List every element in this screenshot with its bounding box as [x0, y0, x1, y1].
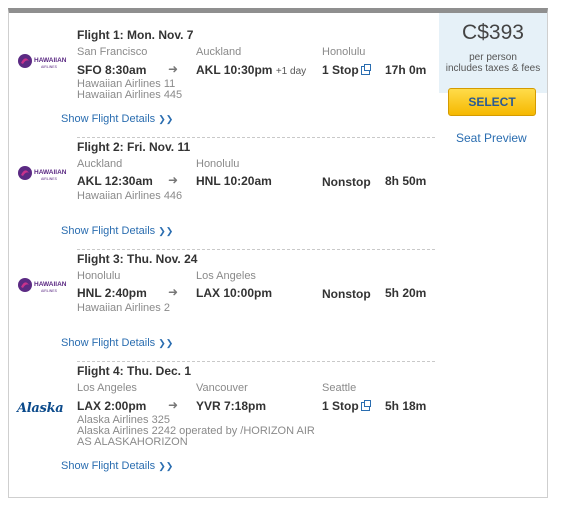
show-flight-details-link[interactable]: Show Flight Details ❯❯: [61, 225, 173, 237]
divider: [77, 137, 435, 138]
origin-city: Honolulu: [77, 270, 121, 282]
svg-text:HAWAIIAN: HAWAIIAN: [34, 57, 67, 64]
double-chevron-down-icon: ❯❯: [158, 114, 174, 124]
arrow-right-icon: ➜: [168, 398, 179, 412]
flight-title: Flight 2: Fri. Nov. 11: [77, 140, 191, 154]
departure-time: SFO 8:30am: [77, 63, 147, 77]
show-flight-details-link[interactable]: Show Flight Details ❯❯: [61, 113, 173, 125]
flight-title: Flight 4: Thu. Dec. 1: [77, 364, 192, 378]
double-chevron-down-icon: ❯❯: [158, 226, 174, 236]
stops-link[interactable]: 1 Stop: [322, 399, 371, 413]
arrival-time: YVR 7:18pm: [196, 399, 267, 413]
airline-flight-number: Hawaiian Airlines 2: [77, 302, 170, 314]
show-flight-details-link[interactable]: Show Flight Details ❯❯: [61, 460, 173, 472]
arrival-time: LAX 10:00pm: [196, 286, 273, 300]
arrival-time: HNL 10:20am: [196, 174, 272, 188]
departure-time: AKL 12:30am: [77, 174, 153, 188]
departure-time: LAX 2:00pm: [77, 399, 147, 413]
svg-text:AIRLINES: AIRLINES: [41, 177, 58, 181]
origin-city: Auckland: [77, 158, 123, 170]
price-panel: C$393 per person includes taxes & fees: [439, 13, 547, 93]
hawaiian-airlines-logo: HAWAIIAN AIRLINES: [18, 278, 67, 293]
airline-operator: AS ALASKAHORIZON: [77, 436, 188, 448]
destination-city: Vancouver: [196, 382, 248, 394]
stop-city: Honolulu: [322, 46, 366, 58]
stops-label: Nonstop: [322, 287, 371, 301]
arrow-right-icon: ➜: [168, 173, 179, 187]
flight-duration: 8h 50m: [385, 174, 427, 188]
divider: [77, 361, 435, 362]
arrow-right-icon: ➜: [168, 62, 179, 76]
select-button[interactable]: SELECT: [448, 88, 536, 116]
svg-text:AIRLINES: AIRLINES: [41, 289, 58, 293]
destination-city: Los Angeles: [196, 270, 256, 282]
external-link-icon: [360, 400, 371, 411]
plus-day-label: +1 day: [275, 66, 307, 77]
alaska-airlines-logo: Alaska: [17, 401, 64, 416]
flight-title: Flight 3: Thu. Nov. 24: [77, 252, 198, 266]
double-chevron-down-icon: ❯❯: [158, 338, 174, 348]
stop-city: Seattle: [322, 382, 357, 394]
origin-city: Los Angeles: [77, 382, 137, 394]
stops-link[interactable]: 1 Stop: [322, 63, 371, 77]
airline-flight-number: Hawaiian Airlines 445: [77, 89, 183, 101]
flight-duration: 17h 0m: [385, 63, 427, 77]
arrow-right-icon: ➜: [168, 285, 179, 299]
double-chevron-down-icon: ❯❯: [158, 461, 174, 471]
price-note: per person includes taxes & fees: [445, 52, 541, 74]
flight-duration: 5h 18m: [385, 399, 427, 413]
airline-flight-number: Hawaiian Airlines 446: [77, 190, 183, 202]
hawaiian-airlines-logo: HAWAIIAN AIRLINES: [18, 54, 67, 69]
flight-duration: 5h 20m: [385, 286, 427, 300]
departure-time: HNL 2:40pm: [77, 286, 147, 300]
destination-city: Honolulu: [196, 158, 240, 170]
arrival-time: AKL 10:30pm +1 day: [196, 63, 307, 77]
seat-preview-link[interactable]: Seat Preview: [456, 131, 527, 145]
flight-results-card: C$393 per person includes taxes & fees S…: [8, 8, 548, 498]
show-flight-details-link[interactable]: Show Flight Details ❯❯: [61, 337, 173, 349]
flight-title: Flight 1: Mon. Nov. 7: [77, 28, 194, 42]
destination-city: Auckland: [196, 46, 242, 58]
divider: [77, 249, 435, 250]
svg-text:AIRLINES: AIRLINES: [41, 65, 58, 69]
origin-city: San Francisco: [77, 46, 148, 58]
svg-text:HAWAIIAN: HAWAIIAN: [34, 281, 67, 288]
stops-label: Nonstop: [322, 175, 371, 189]
hawaiian-airlines-logo: HAWAIIAN AIRLINES: [18, 166, 67, 181]
external-link-icon: [360, 64, 371, 75]
svg-text:HAWAIIAN: HAWAIIAN: [34, 169, 67, 176]
price-amount: C$393: [462, 21, 524, 44]
